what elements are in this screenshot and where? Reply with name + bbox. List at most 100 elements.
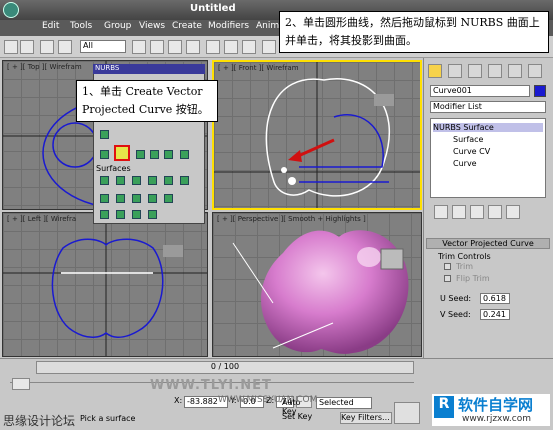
surface-tool-icon[interactable] xyxy=(132,176,141,185)
unlink-icon[interactable] xyxy=(58,40,72,54)
create-tab-icon[interactable] xyxy=(428,64,442,78)
window-crossing-icon[interactable] xyxy=(186,40,200,54)
app-logo-icon[interactable] xyxy=(3,2,19,18)
display-tab-icon[interactable] xyxy=(508,64,522,78)
watermark-site: WWW.MISSYUAN.COM xyxy=(218,395,318,405)
set-key-button[interactable]: Set Key xyxy=(282,412,316,424)
viewport-front[interactable]: [ + ][ Front ][ Wirefram xyxy=(212,60,422,210)
select-move-icon[interactable] xyxy=(206,40,220,54)
surface-tool-icon[interactable] xyxy=(148,176,157,185)
trim-checkbox[interactable] xyxy=(444,263,451,270)
playback-controls[interactable] xyxy=(394,402,420,424)
surface-tool-icon[interactable] xyxy=(116,176,125,185)
utilities-tab-icon[interactable] xyxy=(528,64,542,78)
stack-item-curve[interactable]: Curve xyxy=(453,159,477,168)
left-view-geometry xyxy=(3,213,207,356)
flip-trim-label: Flip Trim xyxy=(456,274,490,283)
show-end-result-icon[interactable] xyxy=(452,205,466,219)
nurbs-tool-icon[interactable] xyxy=(100,150,109,159)
select-object-icon[interactable] xyxy=(132,40,146,54)
configure-modifier-sets-icon[interactable] xyxy=(506,205,520,219)
viewport-perspective[interactable]: [ + ][ Perspective ][ Smooth + Highlight… xyxy=(212,212,422,357)
prompt-hint: Pick a surface xyxy=(80,414,136,423)
trim-label: Trim xyxy=(456,262,474,271)
brand-url: www.rjzxw.com xyxy=(462,414,531,424)
brand-logo: R 软件自学网 www.rjzxw.com xyxy=(432,394,550,426)
hierarchy-tab-icon[interactable] xyxy=(468,64,482,78)
selected-dropdown[interactable]: Selected xyxy=(316,397,372,409)
v-seed-label: V Seed: xyxy=(440,310,471,319)
surface-tool-icon[interactable] xyxy=(132,210,141,219)
modify-tab-icon[interactable] xyxy=(448,64,462,78)
v-seed-spinner[interactable]: 0.241 xyxy=(480,309,510,320)
surface-tool-icon[interactable] xyxy=(180,176,189,185)
nurbs-curve-tool-icon[interactable] xyxy=(100,130,109,139)
callout-step-2: 2、单击圆形曲线，然后拖动鼠标到 NURBS 曲面上并单击，将其投影到曲面。 xyxy=(279,11,549,53)
track-bar-toggle-icon[interactable] xyxy=(12,378,30,390)
modifier-stack: NURBS Surface Surface Curve CV Curve xyxy=(430,118,546,198)
select-by-name-icon[interactable] xyxy=(150,40,164,54)
nurbs-tool-icon[interactable] xyxy=(180,150,189,159)
watermark-center: WWW.TLYI.NET xyxy=(150,378,272,393)
select-scale-icon[interactable] xyxy=(242,40,256,54)
surface-tool-icon[interactable] xyxy=(100,210,109,219)
flip-trim-checkbox[interactable] xyxy=(444,275,451,282)
nurbs-tool-icon[interactable] xyxy=(164,150,173,159)
nurbs-tool-icon[interactable] xyxy=(150,150,159,159)
menu-edit[interactable]: Edit xyxy=(42,21,59,31)
make-unique-icon[interactable] xyxy=(470,205,484,219)
callout-step-1: 1、单击 Create Vector Projected Curve 按钮。 xyxy=(76,80,218,122)
surface-tool-icon[interactable] xyxy=(148,194,157,203)
nurbs-surfaces-label: Surfaces xyxy=(96,164,131,173)
surface-tool-icon[interactable] xyxy=(100,176,109,185)
pin-stack-icon[interactable] xyxy=(434,205,448,219)
motion-tab-icon[interactable] xyxy=(488,64,502,78)
surface-tool-icon[interactable] xyxy=(164,194,173,203)
selection-filter-dropdown[interactable]: All xyxy=(80,40,126,53)
surface-tool-icon[interactable] xyxy=(100,194,109,203)
viewport-left[interactable]: [ + ][ Left ][ Wirefra xyxy=(2,212,208,357)
viewport-front-label[interactable]: [ + ][ Front ][ Wirefram xyxy=(218,64,299,72)
menu-modifiers[interactable]: Modifiers xyxy=(208,21,249,31)
nurbs-toolbox-title[interactable]: NURBS xyxy=(93,64,205,74)
watermark-left: 思缘设计论坛 xyxy=(3,414,76,428)
menu-create[interactable]: Create xyxy=(172,21,202,31)
apple-model xyxy=(232,230,409,354)
surface-tool-icon[interactable] xyxy=(164,176,173,185)
surface-tool-icon[interactable] xyxy=(116,210,125,219)
selection-region-icon[interactable] xyxy=(168,40,182,54)
brand-mark-icon: R xyxy=(434,396,454,418)
front-view-geometry xyxy=(214,62,420,208)
redo-icon[interactable] xyxy=(20,40,34,54)
stack-item-curve-cv[interactable]: Curve CV xyxy=(453,147,490,156)
nurbs-tool-icon[interactable] xyxy=(136,150,145,159)
time-slider[interactable]: 0 / 100 xyxy=(36,361,414,374)
vector-projected-curve-button[interactable] xyxy=(114,145,130,161)
surface-tool-icon[interactable] xyxy=(116,194,125,203)
stack-item-nurbs-surface[interactable]: NURBS Surface xyxy=(433,123,543,132)
menu-group[interactable]: Group xyxy=(104,21,131,31)
rollout-vector-projected-curve[interactable]: Vector Projected Curve xyxy=(426,238,550,249)
surface-tool-icon[interactable] xyxy=(132,194,141,203)
window-title: Untitled xyxy=(190,3,236,14)
link-icon[interactable] xyxy=(40,40,54,54)
x-label: X: xyxy=(174,396,183,405)
object-name-field[interactable]: Curve001 xyxy=(430,85,530,97)
viewport-left-label[interactable]: [ + ][ Left ][ Wirefra xyxy=(7,215,76,223)
menu-views[interactable]: Views xyxy=(139,21,165,31)
key-filters-button[interactable]: Key Filters... xyxy=(340,412,392,424)
menu-tools[interactable]: Tools xyxy=(70,21,92,31)
viewport-top-label[interactable]: [ + ][ Top ][ Wirefram xyxy=(7,63,82,71)
stack-item-surface[interactable]: Surface xyxy=(453,135,483,144)
object-color-swatch[interactable] xyxy=(534,85,546,97)
select-rotate-icon[interactable] xyxy=(224,40,238,54)
viewport-perspective-label[interactable]: [ + ][ Perspective ][ Smooth + Highlight… xyxy=(217,215,366,223)
u-seed-label: U Seed: xyxy=(440,294,472,303)
reference-coord-icon[interactable] xyxy=(262,40,276,54)
u-seed-spinner[interactable]: 0.618 xyxy=(480,293,510,304)
modifier-list-dropdown[interactable]: Modifier List xyxy=(430,101,546,113)
surface-tool-icon[interactable] xyxy=(148,210,157,219)
undo-icon[interactable] xyxy=(4,40,18,54)
trim-controls-label: Trim Controls xyxy=(438,252,491,261)
remove-modifier-icon[interactable] xyxy=(488,205,502,219)
